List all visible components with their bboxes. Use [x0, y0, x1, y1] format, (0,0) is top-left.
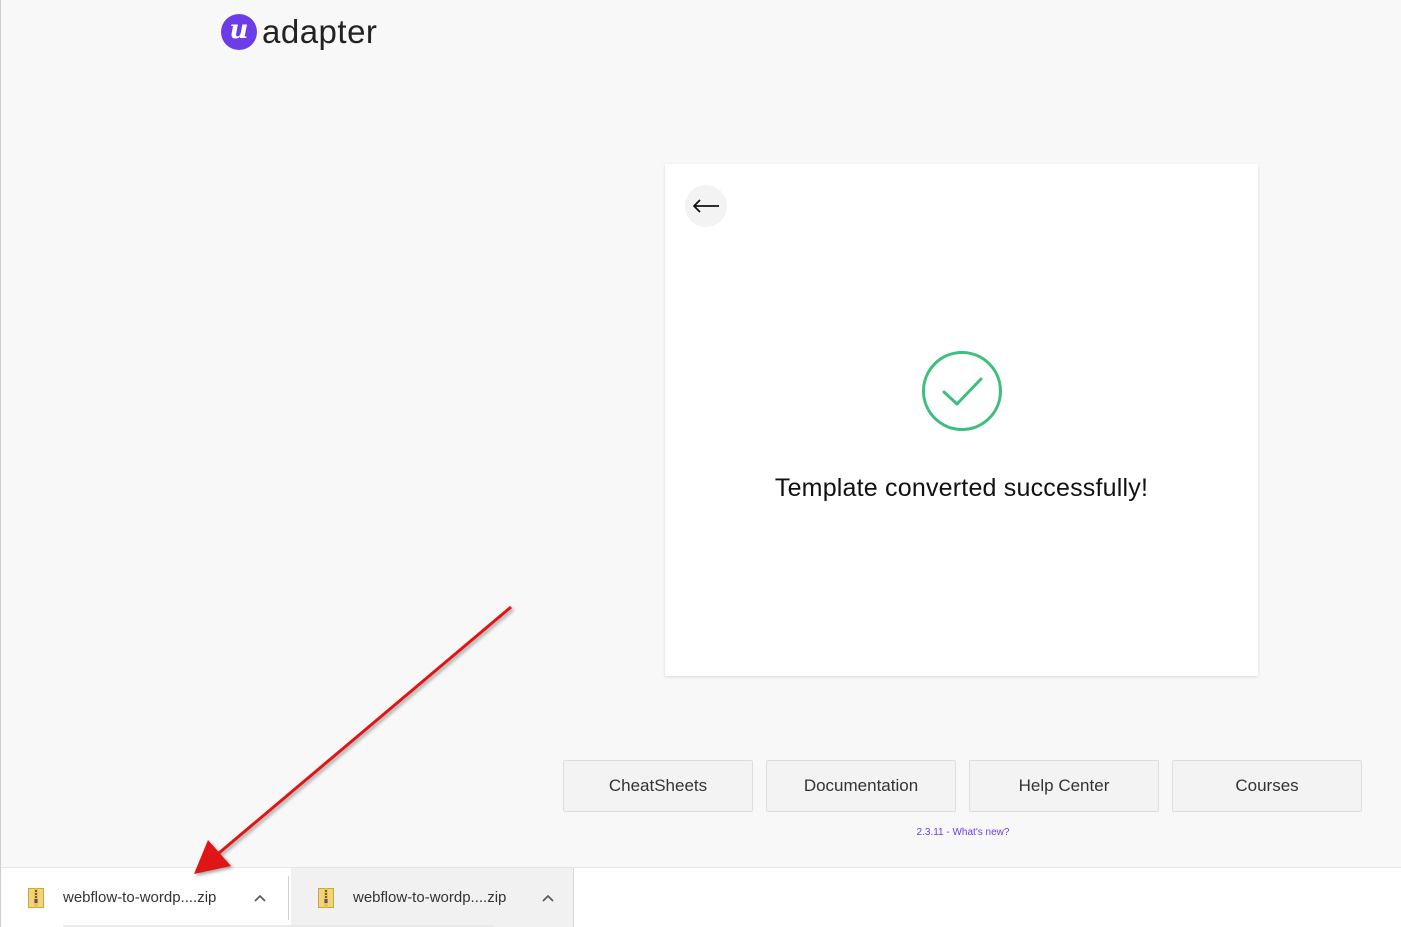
chevron-up-icon[interactable]	[540, 890, 556, 906]
version-whats-new-link[interactable]: 2.3.11 - What's new?	[863, 827, 1063, 838]
app-window: u adapter Template converted successfull…	[0, 0, 1401, 927]
arrow-left-icon	[693, 199, 719, 213]
zip-file-icon	[318, 887, 334, 908]
documentation-button[interactable]: Documentation	[766, 760, 956, 812]
help-center-button[interactable]: Help Center	[969, 760, 1159, 812]
download-file-name: webflow-to-wordp....zip	[63, 889, 217, 906]
logo-text: adapter	[262, 13, 378, 50]
courses-button[interactable]: Courses	[1172, 760, 1362, 812]
chevron-up-icon[interactable]	[252, 890, 268, 906]
cheatsheets-button[interactable]: CheatSheets	[563, 760, 753, 812]
download-shelf: webflow-to-wordp....zip webflow-to-wordp…	[1, 867, 1401, 927]
download-file-name: webflow-to-wordp....zip	[353, 889, 507, 906]
conversion-result-card: Template converted successfully!	[665, 164, 1258, 676]
success-message: Template converted successfully!	[774, 474, 1149, 502]
download-divider	[288, 876, 289, 920]
download-item[interactable]: webflow-to-wordp....zip	[1, 868, 285, 927]
back-button[interactable]	[685, 185, 727, 227]
zip-file-icon	[28, 887, 44, 908]
footer-nav: CheatSheets Documentation Help Center Co…	[563, 760, 1362, 812]
download-item[interactable]: webflow-to-wordp....zip	[291, 868, 574, 927]
adapter-logo[interactable]: u adapter	[221, 12, 377, 52]
logo-mark: u	[221, 14, 257, 50]
check-circle-icon	[922, 351, 1002, 431]
